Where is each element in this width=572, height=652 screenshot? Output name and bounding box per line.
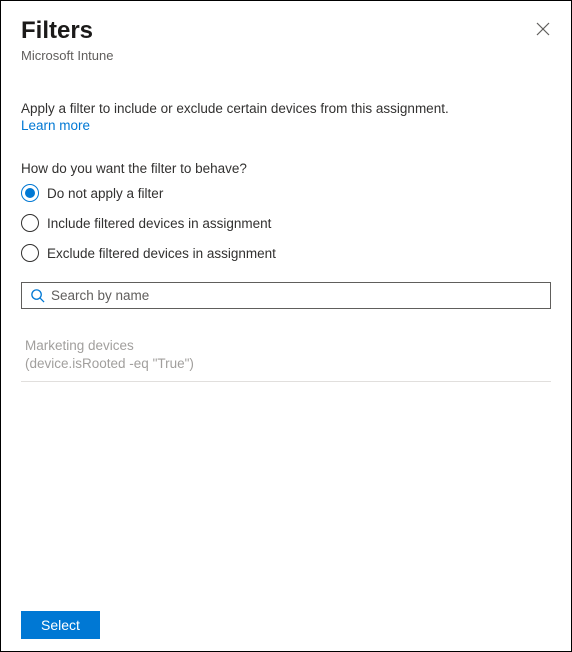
filter-list-item[interactable]: Marketing devices (device.isRooted -eq "… [21,331,551,382]
filter-item-name: Marketing devices [25,337,547,355]
search-box[interactable] [21,282,551,309]
panel-title: Filters [21,17,551,46]
radio-icon [21,184,39,202]
learn-more-link[interactable]: Learn more [21,118,90,133]
panel-subtitle: Microsoft Intune [21,48,551,63]
radio-do-not-apply[interactable]: Do not apply a filter [21,184,551,202]
close-icon [536,22,550,36]
close-button[interactable] [533,19,553,39]
filter-item-rule: (device.isRooted -eq "True") [25,355,547,373]
radio-exclude[interactable]: Exclude filtered devices in assignment [21,244,551,262]
radio-icon [21,244,39,262]
panel-header: Filters Microsoft Intune [1,1,571,73]
description-text: Apply a filter to include or exclude cer… [21,101,551,116]
panel-content: Apply a filter to include or exclude cer… [1,101,571,133]
search-icon [30,288,45,303]
behavior-question: How do you want the filter to behave? [21,161,551,176]
spacer [21,382,551,593]
behavior-radio-group: Do not apply a filter Include filtered d… [21,184,551,262]
select-button[interactable]: Select [21,611,100,639]
radio-label: Include filtered devices in assignment [47,216,271,231]
radio-include[interactable]: Include filtered devices in assignment [21,214,551,232]
radio-icon [21,214,39,232]
radio-label: Do not apply a filter [47,186,163,201]
radio-label: Exclude filtered devices in assignment [47,246,276,261]
scroll-area[interactable]: How do you want the filter to behave? Do… [1,161,571,593]
panel-footer: Select [1,599,571,651]
search-input[interactable] [51,288,542,303]
